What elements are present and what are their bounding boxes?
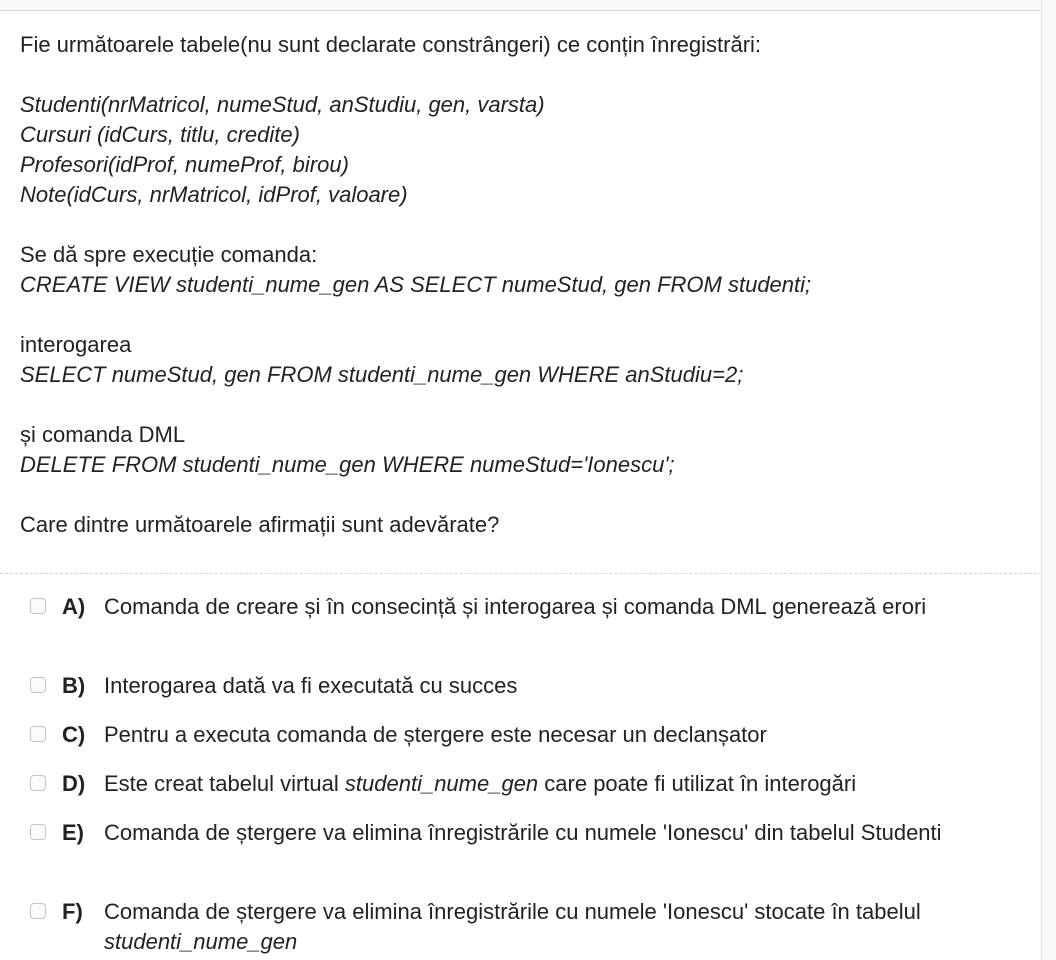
option-letter: D) (62, 771, 86, 796)
table-grades: Note(idCurs, nrMatricol, idProf, valoare… (20, 182, 408, 207)
option-text: Comanda de ștergere va elimina înregistr… (104, 820, 942, 845)
view-name: studenti_nume_gen (344, 771, 539, 796)
question-prompt: Care dintre următoarele afirmații sunt a… (20, 512, 500, 537)
table-students: Studenti(nrMatricol, numeStud, anStudiu,… (20, 92, 545, 117)
delete-command: DELETE FROM studenti_nume_gen WHERE nume… (20, 452, 675, 477)
query-label: interogarea (20, 332, 132, 357)
top-border (0, 0, 1040, 11)
table-courses: Cursuri (idCurs, titlu, credite) (20, 122, 300, 147)
option-letter: F) (62, 899, 83, 924)
option-text-part: Comanda de ștergere va elimina înregistr… (104, 899, 921, 924)
option-d[interactable]: D) Este creat tabelul virtual studenti_n… (28, 769, 1008, 799)
create-view-command: CREATE VIEW studenti_nume_gen AS SELECT … (20, 272, 812, 297)
option-text: Este creat tabelul virtual studenti_nume… (104, 769, 1008, 799)
question-intro: Fie următoarele tabele(nu sunt declarate… (20, 32, 762, 57)
option-a[interactable]: A) Comanda de creare și în consecință și… (28, 592, 1008, 652)
select-query: SELECT numeStud, gen FROM studenti_nume_… (20, 362, 744, 387)
option-letter: B) (62, 673, 86, 698)
scroll-edge (1041, 0, 1056, 960)
option-a-checkbox[interactable] (30, 598, 46, 614)
divider (0, 573, 1042, 574)
option-b-checkbox[interactable] (30, 677, 46, 693)
dml-label: și comanda DML (20, 422, 186, 447)
view-name: studenti_nume_gen (104, 929, 298, 954)
option-f-checkbox[interactable] (30, 903, 46, 919)
option-text: Pentru a executa comanda de ștergere est… (104, 722, 767, 747)
option-d-checkbox[interactable] (30, 775, 46, 791)
option-letter: A) (62, 594, 86, 619)
option-f[interactable]: F) Comanda de ștergere va elimina înregi… (28, 897, 1008, 957)
question-text: Fie următoarele tabele(nu sunt declarate… (20, 30, 1020, 540)
table-professors: Profesori(idProf, numeProf, birou) (20, 152, 349, 177)
option-text-part: Este creat tabelul virtual (104, 771, 345, 796)
option-c-checkbox[interactable] (30, 726, 46, 742)
option-text: Comanda de creare și în consecință și in… (104, 594, 927, 619)
option-letter: C) (62, 722, 86, 747)
option-c[interactable]: C) Pentru a executa comanda de ștergere … (28, 720, 1008, 750)
option-text: Comanda de ștergere va elimina înregistr… (104, 897, 1008, 957)
option-e[interactable]: E) Comanda de ștergere va elimina înregi… (28, 818, 1008, 878)
option-b[interactable]: B) Interogarea dată va fi executată cu s… (28, 671, 1008, 701)
option-text: Interogarea dată va fi executată cu succ… (104, 673, 518, 698)
command-label: Se dă spre execuție comanda: (20, 242, 318, 267)
option-letter: E) (62, 820, 84, 845)
answer-options: A) Comanda de creare și în consecință și… (28, 592, 1008, 957)
option-e-checkbox[interactable] (30, 824, 46, 840)
option-text-part: care poate fi utilizat în interogări (538, 771, 857, 796)
